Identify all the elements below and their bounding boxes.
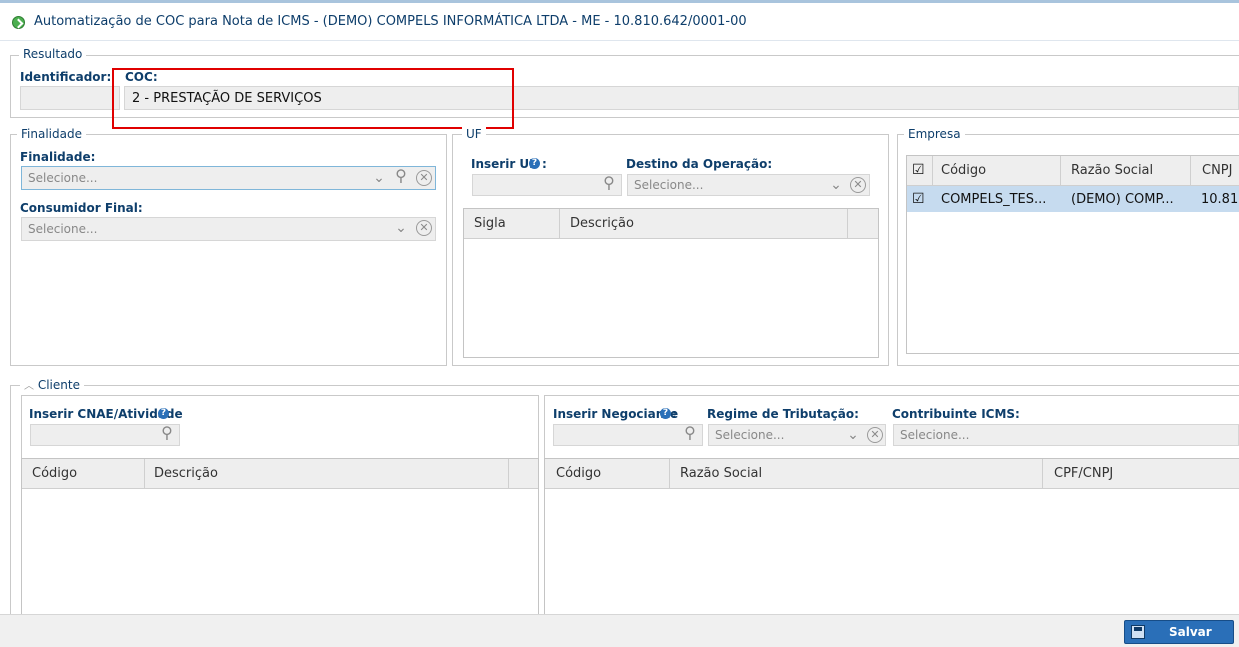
cnae-col-descricao[interactable]: Descrição: [154, 466, 218, 481]
save-button-label: Salvar: [1169, 625, 1212, 639]
column-divider: [1060, 156, 1061, 186]
identificador-field[interactable]: [20, 86, 120, 110]
resultado-legend: Resultado: [19, 47, 87, 61]
empresa-row-razao: (DEMO) COMP...: [1071, 192, 1174, 207]
consumidor-final-select[interactable]: Selecione...: [21, 217, 436, 241]
negociante-table: Código Razão Social CPF/CNPJ: [544, 458, 1239, 628]
empresa-legend: Empresa: [904, 127, 965, 141]
highlight-box: [112, 68, 514, 129]
column-divider: [669, 459, 670, 489]
chevron-down-icon[interactable]: ⌄: [829, 178, 843, 192]
clear-icon[interactable]: ✕: [416, 220, 432, 236]
uf-legend: UF: [462, 127, 486, 141]
footer-bar: [0, 614, 1239, 647]
cliente-legend-label: Cliente: [37, 378, 80, 392]
cnae-col-codigo[interactable]: Código: [32, 466, 77, 481]
empresa-table: ☑ Código Razão Social CNPJ ☑ COMPELS_TES…: [906, 155, 1239, 354]
finalidade-legend: Finalidade: [17, 127, 86, 141]
uf-table-header: [464, 209, 878, 239]
identificador-label: Identificador:: [20, 70, 112, 84]
column-divider: [559, 209, 560, 239]
empresa-row-cnpj: 10.810: [1201, 192, 1239, 207]
inserir-uf-colon: :: [542, 157, 547, 171]
add-circle-icon: [12, 16, 25, 29]
negociante-col-codigo[interactable]: Código: [556, 466, 601, 481]
column-divider: [144, 459, 145, 489]
search-icon[interactable]: ⚲: [600, 175, 618, 191]
empresa-col-razao[interactable]: Razão Social: [1071, 163, 1153, 178]
inserir-cnae-colon: :: [170, 407, 175, 421]
clear-icon[interactable]: ✕: [850, 177, 866, 193]
finalidade-label: Finalidade:: [20, 150, 96, 164]
column-divider: [1190, 156, 1191, 186]
negociante-col-cpf-cnpj[interactable]: CPF/CNPJ: [1054, 466, 1113, 481]
column-divider: [932, 156, 933, 186]
search-icon[interactable]: ⚲: [681, 425, 699, 441]
cnae-table: Código Descrição: [21, 458, 539, 628]
search-icon[interactable]: ⚲: [392, 168, 410, 184]
column-divider: [508, 459, 509, 489]
uf-table: Sigla Descrição: [463, 208, 879, 358]
destino-operacao-label: Destino da Operação:: [626, 157, 773, 171]
chevron-down-icon[interactable]: ⌄: [394, 221, 408, 235]
cliente-legend: ︿ Cliente: [20, 377, 84, 392]
chevron-down-icon[interactable]: ⌄: [372, 171, 386, 185]
empresa-col-cnpj[interactable]: CNPJ: [1202, 163, 1232, 178]
row-checkbox-icon[interactable]: ☑: [912, 192, 925, 206]
column-divider: [1042, 459, 1043, 489]
clear-icon[interactable]: ✕: [867, 427, 883, 443]
inserir-uf-label: Inserir UF: [471, 157, 538, 171]
negociante-table-header: [545, 459, 1239, 489]
negociante-col-razao[interactable]: Razão Social: [680, 466, 762, 481]
chevron-down-icon[interactable]: ⌄: [846, 428, 860, 442]
consumidor-final-label: Consumidor Final:: [20, 201, 143, 215]
cnae-table-header: [22, 459, 538, 489]
empresa-row-codigo: COMPELS_TES...: [941, 192, 1047, 207]
inserir-negociante-colon: :: [672, 407, 677, 421]
window-title: Automatização de COC para Nota de ICMS -…: [34, 14, 747, 29]
column-divider: [847, 209, 848, 239]
search-icon[interactable]: ⚲: [158, 425, 176, 441]
uf-col-descricao[interactable]: Descrição: [570, 216, 634, 231]
uf-col-sigla[interactable]: Sigla: [474, 216, 506, 231]
collapse-icon[interactable]: ︿: [24, 381, 34, 392]
contribuinte-icms-label: Contribuinte ICMS:: [892, 407, 1020, 421]
help-icon[interactable]: ?: [158, 408, 169, 419]
clear-icon[interactable]: ✕: [416, 170, 432, 186]
help-icon[interactable]: ?: [660, 408, 671, 419]
regime-tributacao-label: Regime de Tributação:: [707, 407, 859, 421]
save-icon: [1131, 625, 1145, 639]
empresa-col-codigo[interactable]: Código: [941, 163, 986, 178]
contribuinte-icms-select[interactable]: Selecione...: [893, 424, 1239, 446]
help-icon[interactable]: ?: [529, 158, 540, 169]
select-all-checkbox-icon[interactable]: ☑: [912, 163, 925, 177]
save-button[interactable]: Salvar: [1124, 620, 1234, 644]
